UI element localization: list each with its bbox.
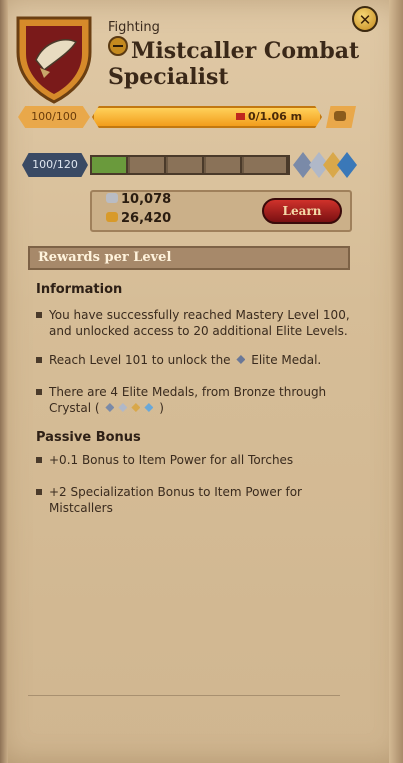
- spec-title: Mistcaller Combat Specialist: [108, 36, 378, 90]
- fame-gem-icon: [236, 113, 245, 120]
- skill-panel: Fighting Mistcaller Combat Specialist ✕ …: [0, 0, 403, 763]
- info-item-text: ): [159, 401, 164, 415]
- divider: [28, 695, 340, 696]
- spec-title-text: Mistcaller Combat Specialist: [108, 38, 360, 90]
- passive-item: +0.1 Bonus to Item Power for all Torches: [36, 452, 366, 468]
- mastery-progress-bar: [90, 155, 290, 175]
- gold-cost-value: 26,420: [121, 211, 172, 226]
- gold-medal-icon: [131, 403, 141, 412]
- info-item-text: Elite Medal.: [251, 353, 322, 367]
- info-item: You have successfully reached Mastery Le…: [36, 307, 366, 339]
- silver-medal-icon: [118, 403, 128, 412]
- crystal-medal-icon: [337, 152, 357, 178]
- passive-item: +2 Specialization Bonus to Item Power fo…: [36, 484, 366, 516]
- close-icon: ✕: [358, 11, 372, 29]
- rewards-per-level-header[interactable]: Rewards per Level: [28, 246, 350, 270]
- spec-shield-icon: [16, 16, 92, 104]
- crystal-medal-icon: [144, 403, 154, 412]
- fame-progress-value: 0/1.06 m: [236, 110, 302, 123]
- silver-cost: 10,078: [106, 192, 171, 207]
- info-item: There are 4 Elite Medals, from Bronze th…: [36, 384, 366, 416]
- category-label: Fighting: [108, 20, 160, 35]
- info-item-text: Reach Level 101 to unlock the: [49, 353, 231, 367]
- info-item-text: There are 4 Elite Medals, from Bronze th…: [49, 385, 327, 415]
- gold-icon: [106, 212, 118, 222]
- gold-cost: 26,420: [106, 211, 171, 226]
- bronze-medal-icon: [105, 403, 115, 412]
- information-heading: Information: [36, 282, 123, 297]
- mastery-segment: [168, 157, 204, 173]
- elite-medal-icon: [236, 355, 246, 364]
- mastery-segment: [244, 157, 288, 173]
- fame-level-tag: 100/100: [18, 106, 90, 128]
- passive-bonus-heading: Passive Bonus: [36, 430, 141, 445]
- mastery-segment: [206, 157, 242, 173]
- mastery-segment-filled: [92, 157, 128, 173]
- silver-cost-value: 10,078: [121, 192, 172, 207]
- fame-progress-text: 0/1.06 m: [248, 110, 303, 123]
- fame-credit-icon[interactable]: [326, 106, 356, 128]
- silver-icon: [106, 193, 118, 203]
- close-button[interactable]: ✕: [352, 6, 378, 32]
- learn-button[interactable]: Learn: [262, 198, 342, 224]
- mastery-segment: [130, 157, 166, 173]
- info-item: Reach Level 101 to unlock the Elite Meda…: [36, 352, 366, 368]
- combat-spec-icon: [108, 36, 128, 56]
- mastery-level-tag: 100/120: [22, 153, 88, 177]
